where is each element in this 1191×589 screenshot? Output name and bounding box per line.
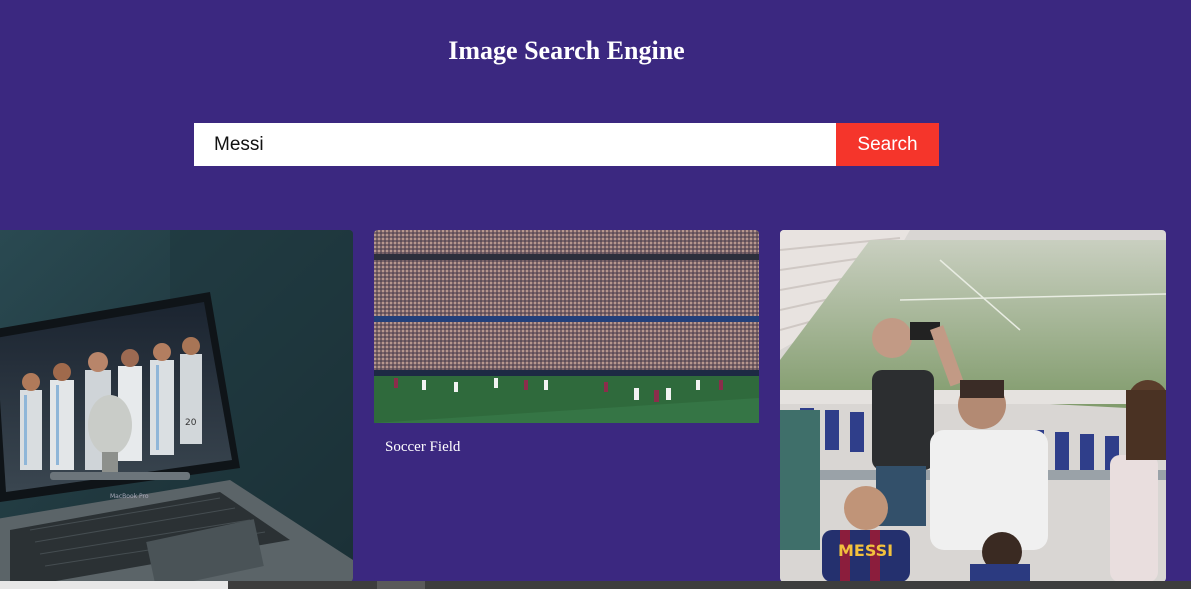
horizontal-scrollbar[interactable] [0, 581, 1191, 589]
scrollbar-thumb[interactable] [377, 581, 425, 589]
search-input[interactable] [194, 123, 836, 166]
jersey-number-text: 20 [185, 418, 197, 428]
result-image-laptop: MacBook Pro 20 [0, 230, 353, 582]
result-card-laptop[interactable]: MacBook Pro 20 [0, 230, 353, 582]
laptop-brand-text: MacBook Pro [110, 493, 149, 500]
jersey-text: MESSI [838, 541, 893, 560]
search-button[interactable]: Search [836, 123, 939, 166]
result-image-soccer-field [374, 230, 759, 423]
result-card-soccer-field[interactable]: Soccer Field [374, 230, 759, 582]
search-bar: Search [194, 123, 939, 166]
result-image-fans: MESSI [780, 230, 1166, 582]
result-caption: Soccer Field [385, 439, 461, 455]
result-card-fans[interactable]: MESSI [780, 230, 1166, 582]
scrollbar-track-left [0, 581, 228, 589]
page-title: Image Search Engine [448, 36, 685, 65]
